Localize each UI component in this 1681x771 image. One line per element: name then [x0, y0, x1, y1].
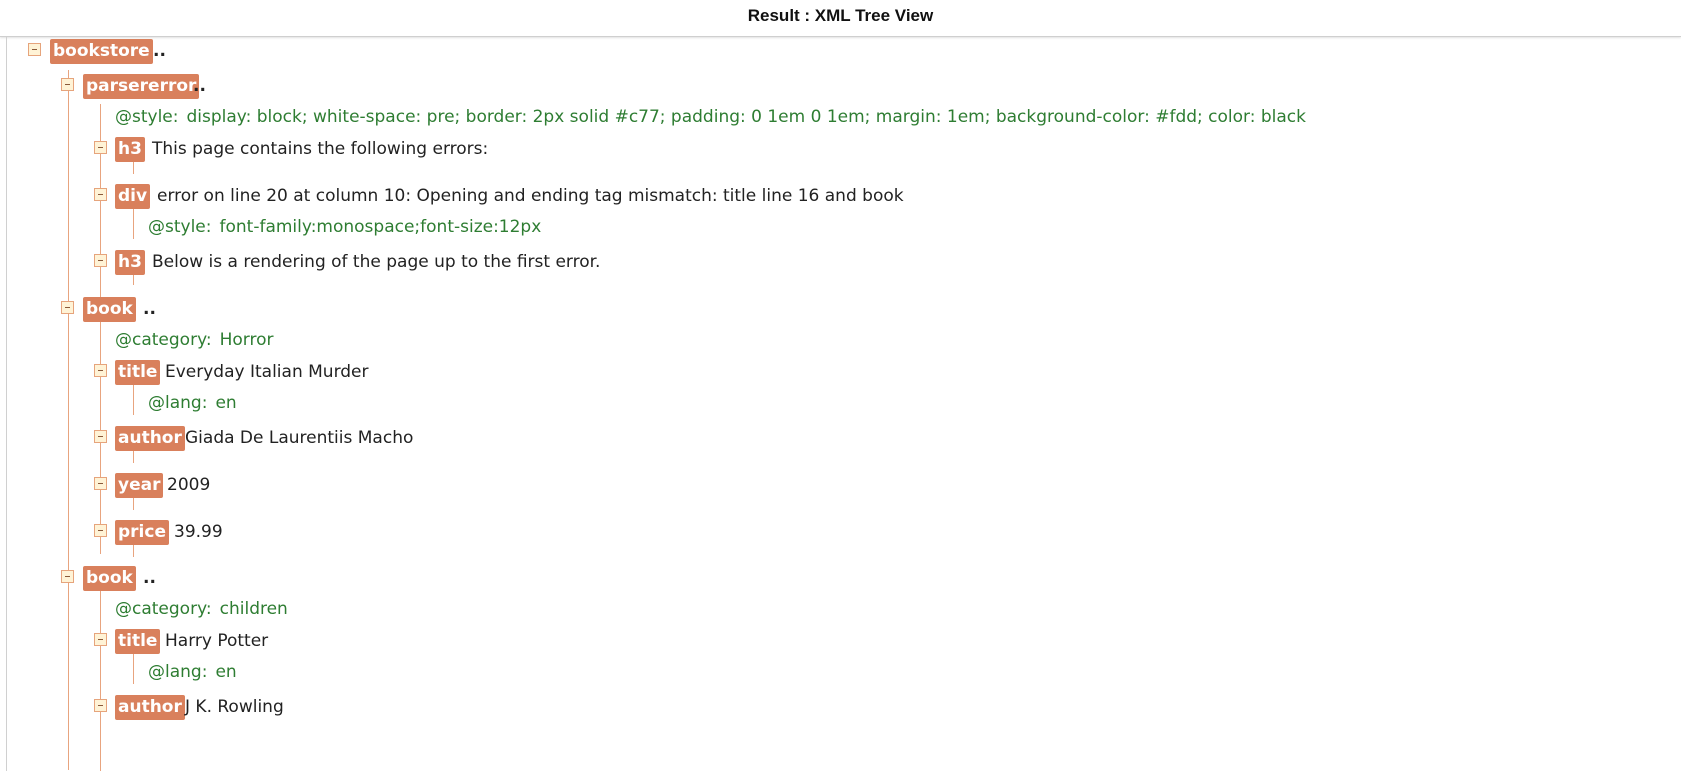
- attribute-category: @category: Horror: [115, 328, 274, 353]
- tag-h3[interactable]: h3: [115, 137, 145, 162]
- tree-line-price: [133, 545, 134, 557]
- collapse-toggle-h3[interactable]: [94, 141, 107, 154]
- tree-line-title1: [133, 385, 134, 415]
- collapse-toggle-book[interactable]: [61, 301, 74, 314]
- collapsed-indicator: ..: [143, 568, 156, 588]
- collapse-toggle-h3[interactable]: [94, 254, 107, 267]
- collapse-toggle-book[interactable]: [61, 570, 74, 583]
- attribute-category: @category: children: [115, 597, 288, 622]
- attribute-name: @lang:: [148, 662, 208, 682]
- tree-line-title2: [133, 654, 134, 684]
- page-title: Result : XML Tree View: [747, 6, 934, 25]
- tag-book[interactable]: book: [83, 566, 136, 591]
- attribute-value: en: [215, 393, 237, 413]
- attribute-lang: @lang: en: [148, 660, 237, 685]
- node-text: Harry Potter: [165, 631, 269, 651]
- attribute-value: font-family:monospace;font-size:12px: [219, 217, 542, 237]
- node-text: Giada De Laurentiis Macho: [185, 428, 414, 448]
- tag-author[interactable]: author: [115, 695, 185, 720]
- tag-price[interactable]: price: [115, 520, 169, 545]
- collapse-toggle-bookstore[interactable]: [28, 43, 41, 56]
- tree-line-h3-1: [133, 162, 134, 174]
- tree-line-h3-2: [133, 275, 134, 285]
- tree-line-div: [133, 209, 134, 239]
- node-text: 2009: [167, 475, 211, 495]
- collapse-toggle-year[interactable]: [94, 477, 107, 490]
- collapse-toggle-parsererror[interactable]: [61, 78, 74, 91]
- attribute-name: @category:: [115, 330, 212, 350]
- xml-tree-panel: bookstore .. parsererror .. @style: displ…: [6, 37, 1681, 771]
- tag-parsererror[interactable]: parsererror: [83, 74, 200, 99]
- tag-div[interactable]: div: [115, 184, 151, 209]
- tree-line-bookstore: [68, 70, 69, 770]
- collapsed-indicator: ..: [153, 41, 166, 61]
- tree-line-book2: [100, 591, 101, 771]
- collapse-toggle-title[interactable]: [94, 633, 107, 646]
- attribute-name: @lang:: [148, 393, 208, 413]
- collapse-toggle-price[interactable]: [94, 524, 107, 537]
- attribute-value: display: block; white-space: pre; border…: [186, 107, 1306, 127]
- result-header: Result : XML Tree View: [0, 0, 1681, 37]
- tag-h3[interactable]: h3: [115, 250, 145, 275]
- node-text: Everyday Italian Murder: [165, 362, 369, 382]
- attribute-name: @style:: [148, 217, 212, 237]
- collapsed-indicator: ..: [143, 299, 156, 319]
- attribute-name: @style:: [115, 107, 179, 127]
- tag-book[interactable]: book: [83, 297, 136, 322]
- collapse-toggle-div[interactable]: [94, 188, 107, 201]
- node-text: 39.99: [174, 522, 223, 542]
- attribute-style: @style: font-family:monospace;font-size:1…: [148, 215, 541, 240]
- attribute-value: children: [219, 599, 288, 619]
- node-text: This page contains the following errors:: [152, 139, 489, 159]
- tag-year[interactable]: year: [115, 473, 164, 498]
- collapsed-indicator: ..: [193, 76, 206, 96]
- attribute-value: Horror: [219, 330, 274, 350]
- collapse-toggle-author[interactable]: [94, 699, 107, 712]
- tree-line-author1: [133, 451, 134, 463]
- node-text: J K. Rowling: [185, 697, 284, 717]
- attribute-lang: @lang: en: [148, 391, 237, 416]
- collapse-toggle-author[interactable]: [94, 430, 107, 443]
- node-text: error on line 20 at column 10: Opening a…: [157, 186, 904, 206]
- attribute-style: @style: display: block; white-space: pre;…: [115, 105, 1306, 130]
- tree-line-parsererror: [100, 104, 101, 319]
- attribute-name: @category:: [115, 599, 212, 619]
- collapse-toggle-title[interactable]: [94, 364, 107, 377]
- tag-author[interactable]: author: [115, 426, 185, 451]
- attribute-value: en: [215, 662, 237, 682]
- tag-title[interactable]: title: [115, 360, 161, 385]
- node-text: Below is a rendering of the page up to t…: [152, 252, 601, 272]
- tree-line-year: [133, 498, 134, 510]
- tag-title[interactable]: title: [115, 629, 161, 654]
- tag-bookstore[interactable]: bookstore: [50, 39, 153, 64]
